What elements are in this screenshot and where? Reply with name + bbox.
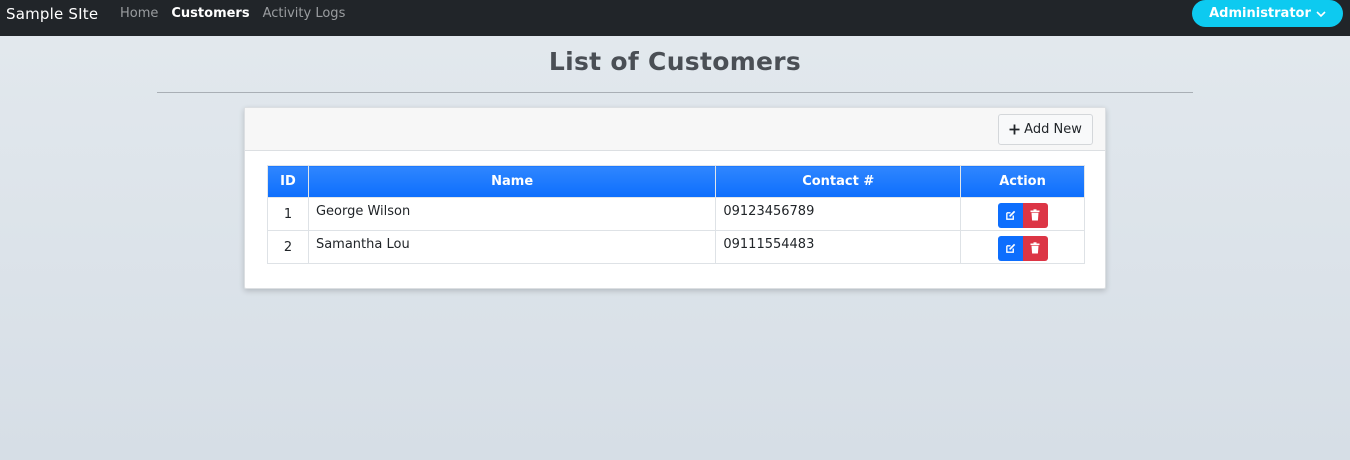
- action-buttons: [997, 235, 1048, 261]
- delete-button[interactable]: [1022, 235, 1048, 261]
- cell-contact: 09123456789: [715, 197, 962, 231]
- nav-link-activity-logs[interactable]: Activity Logs: [263, 5, 346, 22]
- action-buttons: [997, 202, 1048, 228]
- cell-action: [960, 230, 1085, 264]
- cell-contact: 09111554483: [715, 230, 962, 264]
- col-header-action: Action: [960, 165, 1085, 198]
- cell-id: 1: [267, 197, 309, 231]
- nav-link-home[interactable]: Home: [120, 5, 158, 22]
- nav-links: Home Customers Activity Logs: [120, 5, 358, 22]
- nav-link-customers[interactable]: Customers: [171, 5, 249, 22]
- col-header-contact: Contact #: [715, 165, 962, 198]
- brand-name[interactable]: Sample SIte: [6, 4, 98, 24]
- page-title: List of Customers: [548, 47, 802, 76]
- cell-name: George Wilson: [307, 197, 717, 231]
- edit-icon: [1005, 243, 1015, 253]
- table-header-row: ID Name Contact # Action: [267, 165, 1085, 198]
- chevron-down-icon: [1316, 10, 1326, 17]
- customers-table: ID Name Contact # Action 1 George Wilson…: [267, 165, 1085, 264]
- user-menu-button[interactable]: Administrator: [1192, 0, 1343, 27]
- edit-icon: [1005, 210, 1015, 220]
- trash-icon: [1030, 209, 1040, 221]
- edit-button[interactable]: [997, 235, 1023, 261]
- cell-name: Samantha Lou: [307, 230, 717, 264]
- delete-button[interactable]: [1022, 202, 1048, 228]
- add-new-label: Add New: [1024, 122, 1082, 137]
- cell-id: 2: [267, 230, 309, 264]
- edit-button[interactable]: [997, 202, 1023, 228]
- col-header-id: ID: [267, 165, 309, 198]
- table-row: 1 George Wilson 09123456789: [267, 197, 1085, 231]
- title-divider: [157, 92, 1193, 93]
- user-menu-label: Administrator: [1209, 6, 1311, 21]
- col-header-name: Name: [307, 165, 717, 198]
- add-new-button[interactable]: Add New: [998, 114, 1093, 145]
- card-header: Add New: [245, 108, 1105, 151]
- customers-card: Add New ID Name Contact # Action 1 Georg…: [244, 107, 1106, 289]
- table-row: 2 Samantha Lou 09111554483: [267, 230, 1085, 264]
- plus-icon: [1009, 124, 1020, 135]
- trash-icon: [1030, 242, 1040, 254]
- navbar: Sample SIte Home Customers Activity Logs…: [0, 0, 1350, 36]
- cell-action: [960, 197, 1085, 231]
